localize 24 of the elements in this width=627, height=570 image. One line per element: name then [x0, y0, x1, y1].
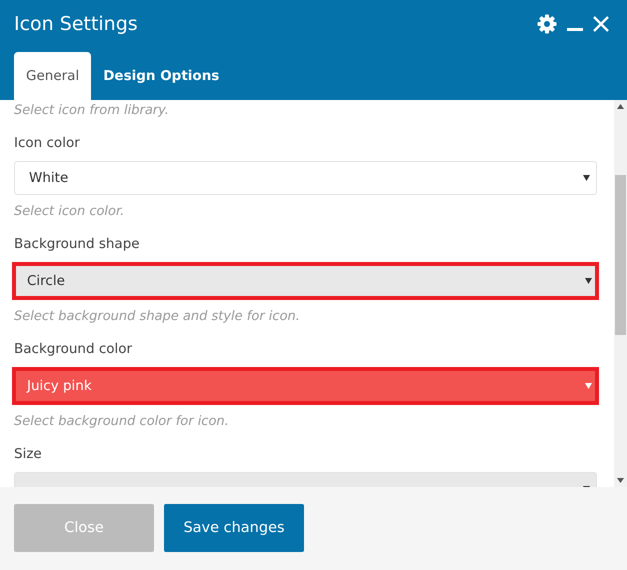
dropdown-caret-icon — [583, 175, 590, 181]
close-icon[interactable] — [593, 16, 609, 32]
save-button[interactable]: Save changes — [164, 504, 304, 552]
tab[interactable]: Design Options — [91, 52, 232, 100]
field-label: Size — [14, 446, 43, 464]
help-text: Select background color for icon. — [14, 413, 230, 431]
dropdown-caret-icon — [585, 383, 592, 389]
help-text: Select icon from library. — [14, 102, 170, 120]
tab[interactable]: General — [14, 52, 92, 100]
window-title: Icon Settings — [14, 13, 138, 35]
field-label: Background color — [14, 341, 134, 359]
field-label: Background shape — [14, 236, 141, 254]
select-field[interactable]: White — [14, 161, 597, 195]
minimize-icon[interactable] — [567, 28, 583, 32]
scroll-up-arrow-icon[interactable] — [617, 104, 624, 109]
dropdown-caret-icon — [585, 278, 592, 284]
scrollbar[interactable] — [614, 100, 627, 487]
field-label: Icon color — [14, 135, 81, 153]
scroll-down-arrow-icon[interactable] — [617, 478, 624, 483]
help-text: Select icon color. — [14, 203, 126, 221]
settings-icon[interactable] — [537, 14, 557, 34]
select-field[interactable]: Circle — [12, 262, 599, 300]
select-field[interactable]: Juicy pink — [12, 367, 599, 405]
help-text: Select background shape and style for icon. — [14, 308, 301, 326]
